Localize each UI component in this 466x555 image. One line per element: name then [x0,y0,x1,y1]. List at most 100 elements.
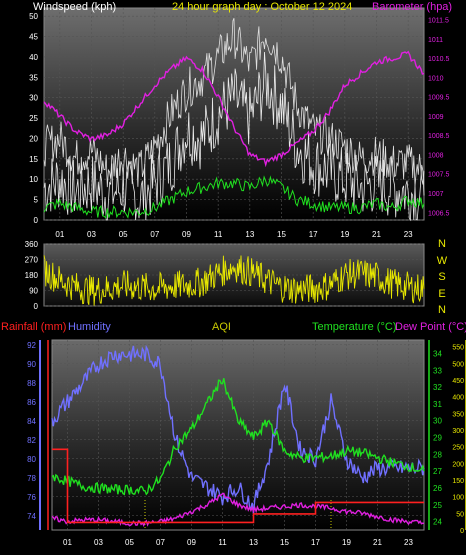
temp-y-tick-label: 28 [433,450,442,459]
aqi-y-tick-label: 550 [452,345,464,352]
chart-canvas: 01 03 05 07 09 11 13 15 17 19 21 230510152025303540… [25,7,466,547]
wind-x-tick-label: 07 [150,230,159,239]
baro-y-tick-label: 1009 [428,114,444,121]
rainfall-label: Rainfall (mm) [1,321,67,333]
temp-plot-area [51,339,425,531]
aqi-y-tick-label: 250 [452,445,464,452]
aqi-y-tick-label: 300 [452,428,464,435]
temp-x-tick-label: 11 [218,538,227,547]
direction-y-tick-label: 270 [25,256,39,265]
temp-y-tick-label: 27 [433,467,442,476]
temp-x-tick-label: 17 [311,538,320,547]
aqi-y-tick-label: 50 [456,511,464,518]
baro-y-tick-label: 1008 [428,152,444,159]
direction-y-tick-label: 180 [25,271,39,280]
wind-y-tick-label: 25 [29,114,38,123]
wind-y-tick-label: 20 [29,134,38,143]
temp-x-tick-label: 13 [249,538,258,547]
wind-x-tick-label: 19 [340,230,349,239]
baro-y-tick-label: 1010 [428,75,444,82]
aqi-y-tick-label: 0 [460,528,464,535]
wind-y-tick-label: 35 [29,73,38,82]
aqi-y-tick-label: 150 [452,478,464,485]
wind-y-tick-label: 0 [34,216,39,225]
temp-x-tick-label: 21 [373,538,382,547]
wind-x-tick-label: 03 [87,230,96,239]
aqi-y-tick-label: 350 [452,411,464,418]
wind-y-tick-label: 15 [29,155,38,164]
baro-y-tick-label: 1006.5 [428,210,450,217]
temp-x-tick-label: 09 [187,538,196,547]
wind-x-tick-label: 23 [404,230,413,239]
temp-x-tick-label: 03 [94,538,103,547]
temp-x-tick-label: 23 [404,538,413,547]
direction-letter-n-top: N [438,238,446,250]
temperature-label: Temperature (°C) [312,321,397,333]
barometer-axis-label: Barometer (hpa) [372,1,453,13]
baro-y-tick-label: 1007.5 [428,172,450,179]
wind-x-tick-label: 13 [245,230,254,239]
baro-y-tick-label: 1011.5 [428,18,449,25]
baro-y-tick-label: 1010.5 [428,56,450,63]
humidity-y-tick-label: 74 [27,512,36,521]
humidity-y-tick-label: 80 [27,455,36,464]
wind-x-tick-label: 05 [119,230,128,239]
temp-x-tick-label: 05 [125,538,134,547]
temp-y-tick-label: 34 [433,349,442,358]
weather-graph: 01 03 05 07 09 11 13 15 17 19 21 23 0 5 10 15 20 25 30 35 40… [0,0,466,555]
aqi-y-tick-label: 500 [452,361,464,368]
aqi-label: AQI [212,321,231,333]
dew-point-label: Dew Point (°C) [395,321,466,333]
wind-y-tick-label: 50 [29,12,38,21]
wind-y-tick-label: 45 [29,33,38,42]
temp-y-tick-label: 29 [433,434,442,443]
humidity-y-tick-label: 86 [27,398,36,407]
wind-y-tick-label: 5 [34,196,39,205]
wind-x-tick-label: 09 [182,230,191,239]
direction-letter-e: E [438,288,446,300]
direction-y-tick-label: 90 [29,287,38,296]
aqi-y-tick-label: 450 [452,378,464,385]
temp-x-tick-label: 19 [342,538,351,547]
humidity-y-tick-label: 88 [27,379,36,388]
wind-y-tick-label: 10 [29,175,38,184]
humidity-y-tick-label: 78 [27,474,36,483]
aqi-y-tick-label: 400 [452,395,464,402]
humidity-y-tick-label: 84 [27,417,36,426]
temp-y-tick-label: 26 [433,484,442,493]
humidity-y-tick-label: 82 [27,436,36,445]
chart-title: 24 hour graph day : October 12 2024 [172,1,353,13]
aqi-y-tick-label: 100 [452,495,464,502]
windspeed-axis-label: Windspeed (kph) [33,1,117,13]
temp-x-tick-label: 01 [63,538,72,547]
wind-plot-area [43,7,425,221]
direction-y-tick-label: 0 [34,302,39,311]
baro-y-tick-label: 1011 [428,37,443,44]
wind-y-tick-label: 30 [29,94,38,103]
temp-x-tick-label: 15 [280,538,289,547]
direction-letter-s: S [438,271,446,283]
direction-letter-w: W [436,255,448,267]
wind-x-tick-label: 01 [55,230,64,239]
humidity-y-tick-label: 92 [27,341,36,350]
humidity-y-tick-label: 90 [27,360,36,369]
temp-x-tick-label: 07 [156,538,165,547]
temp-y-tick-label: 33 [433,366,442,375]
baro-y-tick-label: 1009.5 [428,95,450,102]
temp-y-tick-label: 24 [433,518,442,527]
temp-y-tick-label: 30 [433,417,442,426]
aqi-y-tick-label: 200 [452,461,464,468]
wind-x-tick-label: 15 [277,230,286,239]
temp-y-tick-label: 25 [433,501,442,510]
wind-x-tick-label: 17 [309,230,318,239]
humidity-y-tick-label: 76 [27,493,36,502]
wind-y-tick-label: 40 [29,53,38,62]
baro-y-tick-label: 1008.5 [428,133,450,140]
baro-y-tick-label: 1007 [428,191,444,198]
temp-y-tick-label: 31 [433,400,442,409]
wind-x-tick-label: 21 [372,230,381,239]
direction-letter-n-bottom: N [438,304,446,316]
temp-y-tick-label: 32 [433,383,442,392]
humidity-label: Humidity [68,321,111,333]
wind-x-tick-label: 11 [214,230,223,239]
